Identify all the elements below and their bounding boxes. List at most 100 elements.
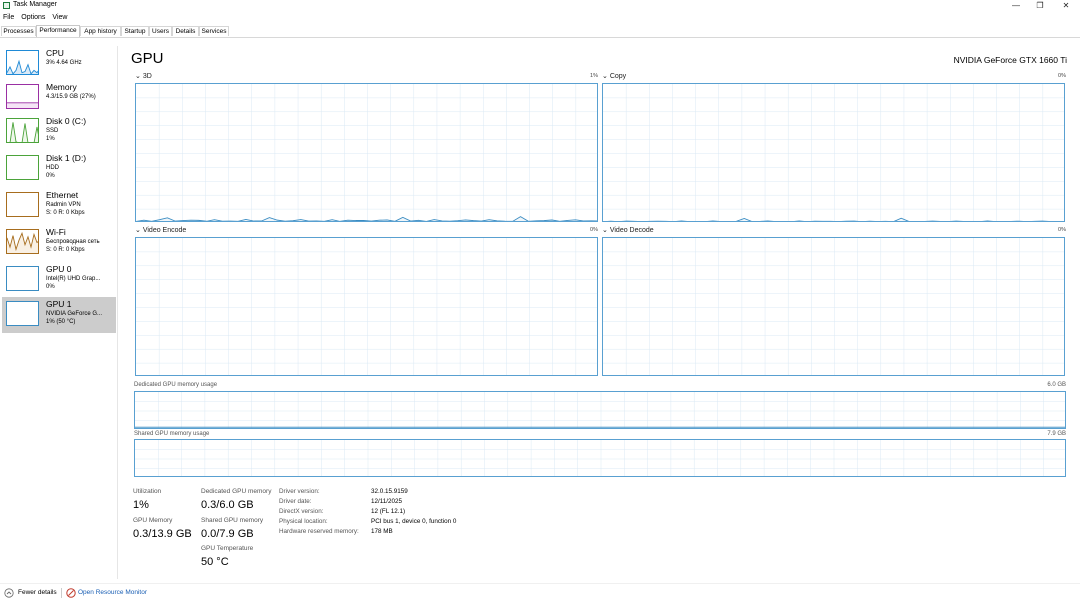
page-title: GPU [131, 50, 164, 67]
sidebar-item-usage: 1% [46, 136, 55, 142]
engine-video-decode-max: 0% [1058, 227, 1066, 233]
directx-version-value: 12 (FL 12.1) [371, 508, 406, 515]
sidebar-item-title: Ethernet [46, 190, 79, 200]
menu-file[interactable]: File [3, 12, 14, 23]
gpu-memory-value: 0.3/13.9 GB [133, 528, 192, 540]
sidebar-item-wifi[interactable]: Wi-Fi Беспроводная сеть S: 0 R: 0 Kbps [2, 225, 116, 261]
disk-1-thumbnail-graph [6, 155, 39, 180]
sidebar-item-memory[interactable]: Memory 4.3/15.9 GB (27%) [2, 80, 116, 116]
sidebar-item-type: SSD [46, 128, 59, 134]
sidebar-item-detail: 3% 4.64 GHz [46, 60, 82, 66]
memory-thumbnail-graph [6, 84, 39, 109]
tab-details[interactable]: Details [172, 26, 199, 36]
gpu-1-thumbnail-graph [6, 301, 39, 326]
tab-users[interactable]: Users [149, 26, 172, 36]
usage-area [7, 102, 38, 108]
sidebar-item-adapter: Radmin VPN [46, 202, 81, 208]
cpu-thumbnail-graph [6, 50, 39, 75]
open-resource-monitor-link[interactable]: Open Resource Monitor [78, 589, 147, 596]
engine-3d-graph [135, 83, 598, 222]
dedicated-gpu-memory-value: 0.3/6.0 GB [201, 499, 254, 511]
sidebar-item-disk-1[interactable]: Disk 1 (D:) HDD 0% [2, 151, 116, 187]
disk-0-thumbnail-graph [6, 118, 39, 143]
sidebar-item-disk-0[interactable]: Disk 0 (C:) SSD 1% [2, 114, 116, 150]
title-bar: Task Manager — ❐ ✕ [0, 0, 1080, 12]
ethernet-thumbnail-graph [6, 192, 39, 217]
task-manager-app-icon [3, 2, 10, 9]
gpu-temperature-value: 50 °C [201, 556, 229, 568]
sidebar-item-title: GPU 0 [46, 264, 72, 274]
shared-memory-graph-max: 7.9 GB [1047, 431, 1066, 437]
tab-app-history[interactable]: App history [80, 26, 121, 36]
shared-memory-graph-label: Shared GPU memory usage [134, 431, 210, 437]
menu-view[interactable]: View [52, 12, 67, 23]
tab-processes[interactable]: Processes [1, 26, 36, 36]
engine-3d-max: 1% [590, 73, 598, 79]
driver-date-key: Driver date: [279, 498, 312, 505]
engine-video-decode-graph [602, 237, 1065, 376]
dedicated-memory-graph-label: Dedicated GPU memory usage [134, 382, 218, 388]
engine-label: Video Decode [609, 227, 654, 234]
tab-performance[interactable]: Performance [36, 25, 80, 37]
resource-sidebar: CPU 3% 4.64 GHz Memory 4.3/15.9 GB (27%)… [0, 46, 118, 579]
engine-label: Video Encode [142, 227, 187, 234]
resource-monitor-icon[interactable] [66, 588, 76, 598]
sidebar-item-title: Disk 1 (D:) [46, 153, 87, 163]
engine-video-decode-selector[interactable]: ⌄ Video Decode [602, 226, 654, 234]
menu-options[interactable]: Options [21, 12, 45, 23]
chevron-up-circle-icon[interactable] [4, 588, 14, 598]
engine-video-encode-graph [135, 237, 598, 376]
sidebar-item-type: HDD [46, 165, 59, 171]
chevron-down-icon: ⌄ [135, 227, 141, 234]
sidebar-item-usage: 0% [46, 284, 55, 290]
tab-services[interactable]: Services [199, 26, 229, 36]
sidebar-item-adapter: Беспроводная сеть [46, 239, 100, 245]
driver-version-key: Driver version: [279, 488, 320, 495]
directx-version-key: DirectX version: [279, 508, 324, 515]
chevron-down-icon: ⌄ [602, 227, 608, 234]
footer-separator [61, 588, 62, 598]
tab-startup[interactable]: Startup [121, 26, 149, 36]
engine-copy-max: 0% [1058, 73, 1066, 79]
utilization-value: 1% [133, 499, 149, 511]
chevron-down-icon: ⌄ [135, 73, 141, 80]
engine-3d-selector[interactable]: ⌄ 3D [135, 72, 152, 80]
close-button[interactable]: ✕ [1052, 0, 1080, 12]
shared-gpu-memory-label: Shared GPU memory [201, 517, 264, 524]
shared-gpu-memory-value: 0.0/7.9 GB [201, 528, 254, 540]
sidebar-item-ethernet[interactable]: Ethernet Radmin VPN S: 0 R: 0 Kbps [2, 188, 116, 224]
sidebar-item-gpu-0[interactable]: GPU 0 Intel(R) UHD Grap... 0% [2, 262, 116, 298]
physical-location-key: Physical location: [279, 518, 328, 525]
sidebar-item-device: Intel(R) UHD Grap... [46, 276, 101, 282]
sidebar-item-gpu-1[interactable]: GPU 1 NVIDIA GeForce G... 1% (50 °C) [2, 297, 116, 333]
restore-button[interactable]: ❐ [1026, 0, 1054, 12]
hardware-reserved-memory-key: Hardware reserved memory: [279, 528, 359, 535]
engine-label: Copy [609, 73, 627, 80]
sidebar-item-cpu[interactable]: CPU 3% 4.64 GHz [2, 46, 116, 82]
driver-date-value: 12/11/2025 [371, 498, 403, 505]
dedicated-memory-graph-max: 6.0 GB [1047, 382, 1066, 388]
gpu-memory-label: GPU Memory [133, 517, 173, 524]
menu-bar: File Options View [0, 12, 71, 23]
usage-area [7, 61, 38, 74]
engine-copy-graph [602, 83, 1065, 222]
sidebar-item-title: Wi-Fi [46, 227, 66, 237]
engine-video-encode-max: 0% [590, 227, 598, 233]
sidebar-item-throughput: S: 0 R: 0 Kbps [46, 210, 85, 216]
physical-location-value: PCI bus 1, device 0, function 0 [371, 518, 457, 525]
fewer-details-link[interactable]: Fewer details [18, 589, 57, 596]
engine-copy-selector[interactable]: ⌄ Copy [602, 72, 626, 80]
sidebar-item-usage: 1% (50 °C) [46, 319, 76, 325]
sidebar-item-title: Memory [46, 82, 77, 92]
chevron-down-icon: ⌄ [602, 73, 608, 80]
gpu-temperature-label: GPU Temperature [201, 545, 254, 552]
gpu-device-name: NVIDIA GeForce GTX 1660 Ti [953, 55, 1067, 65]
footer-divider [0, 583, 1080, 584]
sidebar-item-detail: 4.3/15.9 GB (27%) [46, 94, 96, 100]
engine-video-encode-selector[interactable]: ⌄ Video Encode [135, 226, 186, 234]
tab-strip: Processes Performance App history Startu… [0, 25, 1080, 38]
sidebar-item-title: GPU 1 [46, 299, 72, 309]
sidebar-item-title: Disk 0 (C:) [46, 116, 87, 126]
sidebar-item-usage: 0% [46, 173, 55, 179]
shared-memory-graph [134, 439, 1066, 477]
